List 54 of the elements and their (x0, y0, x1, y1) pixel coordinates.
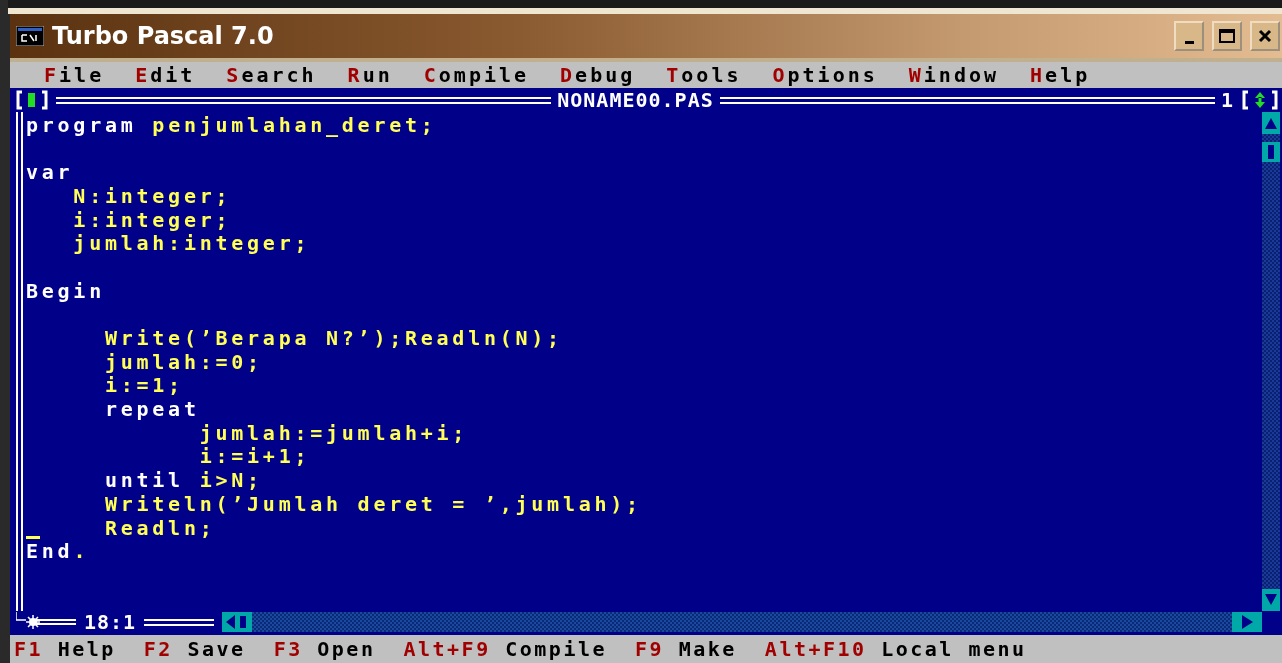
scroll-right-icon[interactable] (1240, 614, 1254, 630)
close-box-icon[interactable] (14, 90, 50, 110)
window-title: Turbo Pascal 7.0 (52, 22, 275, 50)
status-shortcut[interactable]: F1 Help (14, 637, 116, 661)
code-text: i:=i+1; (198, 444, 311, 469)
menu-item[interactable]: File (36, 63, 113, 87)
code-text: N:integer; (72, 183, 232, 208)
menu-item[interactable]: Help (1022, 63, 1099, 87)
code-text: Readln; (103, 515, 216, 540)
code-text: jumlah:=0; (103, 349, 263, 374)
frame-border (144, 618, 215, 626)
minimize-icon (1184, 40, 1194, 44)
code-text: i:=1; (103, 373, 184, 398)
code-keyword: until (103, 468, 184, 493)
code-text: Write(’Berapa N?’);Readln(N); (103, 326, 563, 351)
code-keyword: var (26, 160, 74, 185)
code-text: i:integer; (72, 207, 232, 232)
menu-item[interactable]: Tools (658, 63, 750, 87)
code-keyword: Begin (26, 278, 105, 303)
code-text: i>N; (198, 468, 263, 493)
code-text: jumlah:integer; (72, 231, 311, 256)
code-text: jumlah:=jumlah+i; (198, 420, 469, 445)
menu-item[interactable]: Debug (552, 63, 644, 87)
close-icon (1257, 28, 1273, 44)
menu-item[interactable]: Run (339, 63, 401, 87)
close-button[interactable] (1250, 21, 1280, 51)
status-shortcut[interactable]: Alt+F9 Compile (403, 637, 608, 661)
code-text: Writeln(’Jumlah deret = ’,jumlah); (103, 491, 642, 516)
menu-item[interactable]: Compile (415, 63, 538, 87)
cursor-position: 18:1 (84, 610, 137, 634)
maximize-icon (1218, 28, 1236, 44)
maximize-button[interactable] (1212, 21, 1242, 51)
code-text: . (73, 539, 90, 564)
menu-item[interactable]: Options (764, 63, 886, 87)
minimize-button[interactable] (1174, 21, 1204, 51)
modified-star-icon (16, 612, 76, 632)
window-number: 1 (1220, 88, 1234, 112)
menu-item[interactable]: Edit (127, 63, 204, 87)
menu-item[interactable]: Search (218, 63, 325, 87)
status-shortcut[interactable]: Alt+F10 Local menu (764, 637, 1027, 661)
code-keyword: program (26, 112, 137, 137)
menu-item[interactable]: Window (900, 63, 1008, 87)
scroll-up-icon[interactable] (1264, 116, 1278, 130)
code-keyword: repeat (103, 397, 200, 422)
code-keyword: End (26, 539, 74, 564)
status-shortcut[interactable]: F9 Make (635, 637, 737, 661)
code-text: penjumlahan_deret; (151, 112, 437, 137)
status-shortcut[interactable]: F2 Save (143, 637, 246, 661)
scroll-down-icon[interactable] (1264, 593, 1278, 607)
file-title: NONAME00.PAS (557, 88, 714, 112)
status-shortcut[interactable]: F3 Open (273, 637, 376, 661)
zoom-box-icon[interactable] (1240, 90, 1280, 110)
console-icon (16, 26, 44, 46)
scroll-thumb[interactable] (1262, 142, 1280, 162)
